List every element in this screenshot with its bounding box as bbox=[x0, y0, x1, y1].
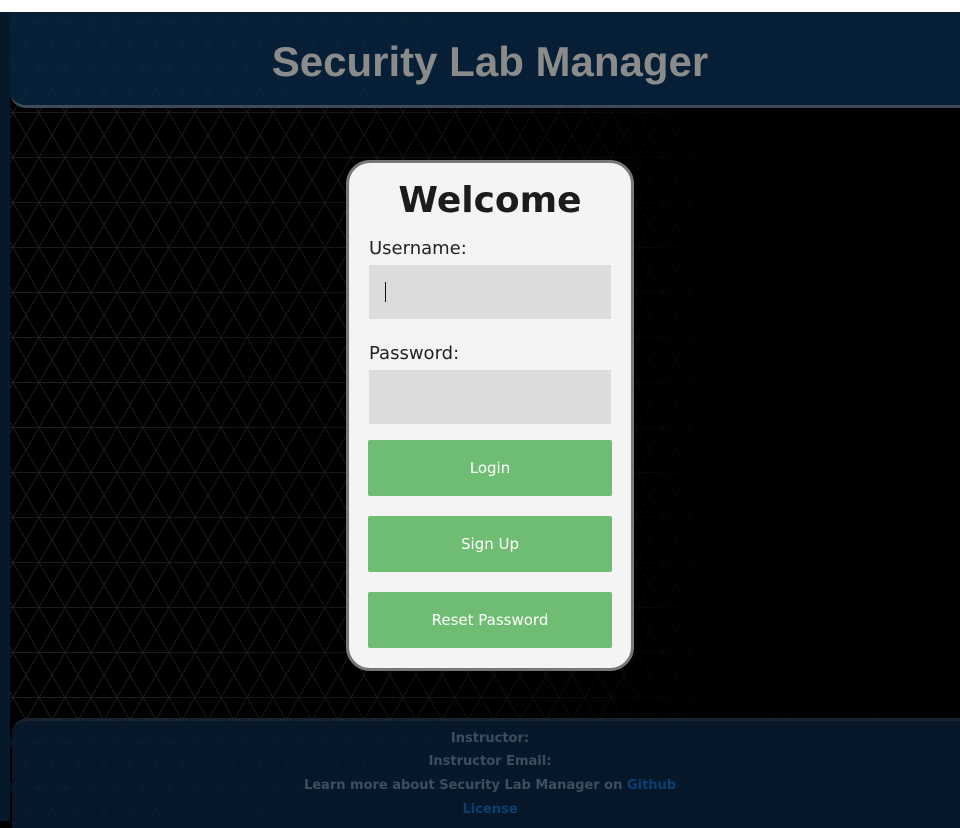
page-header: Security Lab Manager bbox=[10, 12, 960, 108]
password-label: Password: bbox=[369, 343, 460, 364]
reset-password-button[interactable]: Reset Password bbox=[368, 592, 612, 648]
instructor-email-label: Instructor Email: bbox=[428, 754, 552, 769]
page-footer: Instructor: Instructor Email: Learn more… bbox=[12, 718, 960, 828]
left-edge bbox=[0, 12, 10, 821]
github-link[interactable]: Github bbox=[627, 778, 676, 793]
page-title: Security Lab Manager bbox=[271, 38, 709, 85]
signup-button[interactable]: Sign Up bbox=[368, 516, 612, 572]
learn-more-text: Learn more about Security Lab Manager on bbox=[303, 778, 623, 793]
instructor-label: Instructor: bbox=[450, 731, 530, 746]
password-input[interactable] bbox=[369, 370, 611, 424]
welcome-heading: Welcome bbox=[398, 180, 582, 221]
username-input[interactable] bbox=[369, 265, 611, 319]
login-button[interactable]: Login bbox=[368, 440, 612, 496]
username-label: Username: bbox=[369, 238, 467, 259]
license-line: License bbox=[12, 801, 960, 819]
license-link[interactable]: License bbox=[462, 802, 517, 817]
text-caret bbox=[385, 282, 386, 302]
browser-top-strip bbox=[0, 0, 960, 12]
learn-more-line: Learn more about Security Lab Manager on… bbox=[12, 777, 960, 795]
login-card: Welcome Username: Password: Login Sign U… bbox=[346, 160, 634, 671]
